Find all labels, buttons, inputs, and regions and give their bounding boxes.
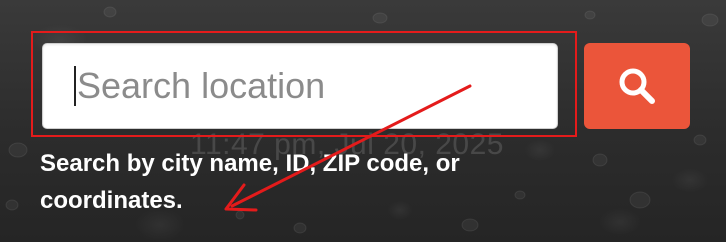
annotation-highlight-box (31, 31, 577, 137)
search-hint-text: Search by city name, ID, ZIP code, or co… (40, 150, 460, 214)
search-icon (619, 68, 655, 104)
search-panel: 11:47 pm, Jul 20, 2025 Search by city na… (0, 0, 726, 242)
search-button[interactable] (584, 43, 690, 129)
